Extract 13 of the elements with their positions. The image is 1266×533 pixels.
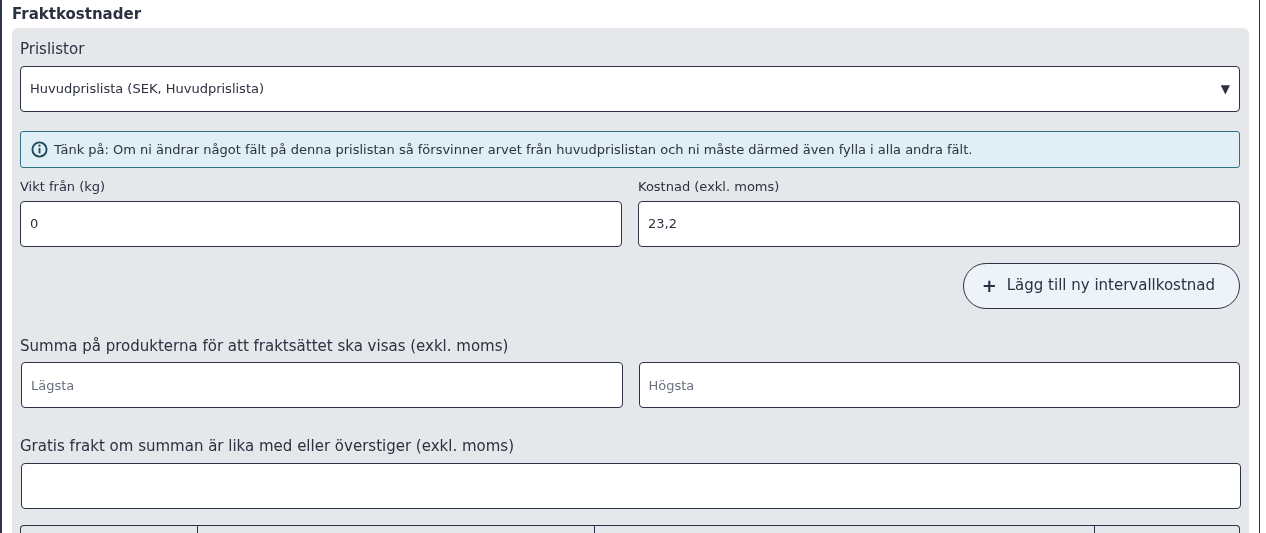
- weight-field[interactable]: 0: [20, 200, 622, 247]
- field-label: Kostnad (exkl. moms): [638, 178, 781, 196]
- field-label: Vikt från (kg): [20, 178, 107, 196]
- section-title: Fraktkostnader: [12, 4, 143, 24]
- notice-text: Tänk på: Om ni ändrar något fält på denna prislistan så försvinner arvet från huvudprislistan och ni måste därmed även fylla i alla andra fält.: [54, 140, 973, 159]
- field-label: Prislistor: [20, 39, 86, 60]
- min-sum-field[interactable]: Lägsta: [21, 362, 623, 408]
- pricelist-dropdown[interactable]: Huvudprislista (SEK, Huvudprislista) ▼: [20, 65, 1240, 112]
- max-sum-field[interactable]: Högsta: [638, 362, 1240, 408]
- field-label: Gratis frakt om summan är lika med eller överstiger (exkl. moms): [20, 436, 515, 457]
- cost-field[interactable]: 23,2: [638, 200, 1240, 247]
- field-label: Summa på produkterna för att fraktsättet ska visas (exkl. moms): [20, 335, 510, 357]
- add-interval-button[interactable]: + Lägg till ny intervallkostnad: [962, 262, 1240, 309]
